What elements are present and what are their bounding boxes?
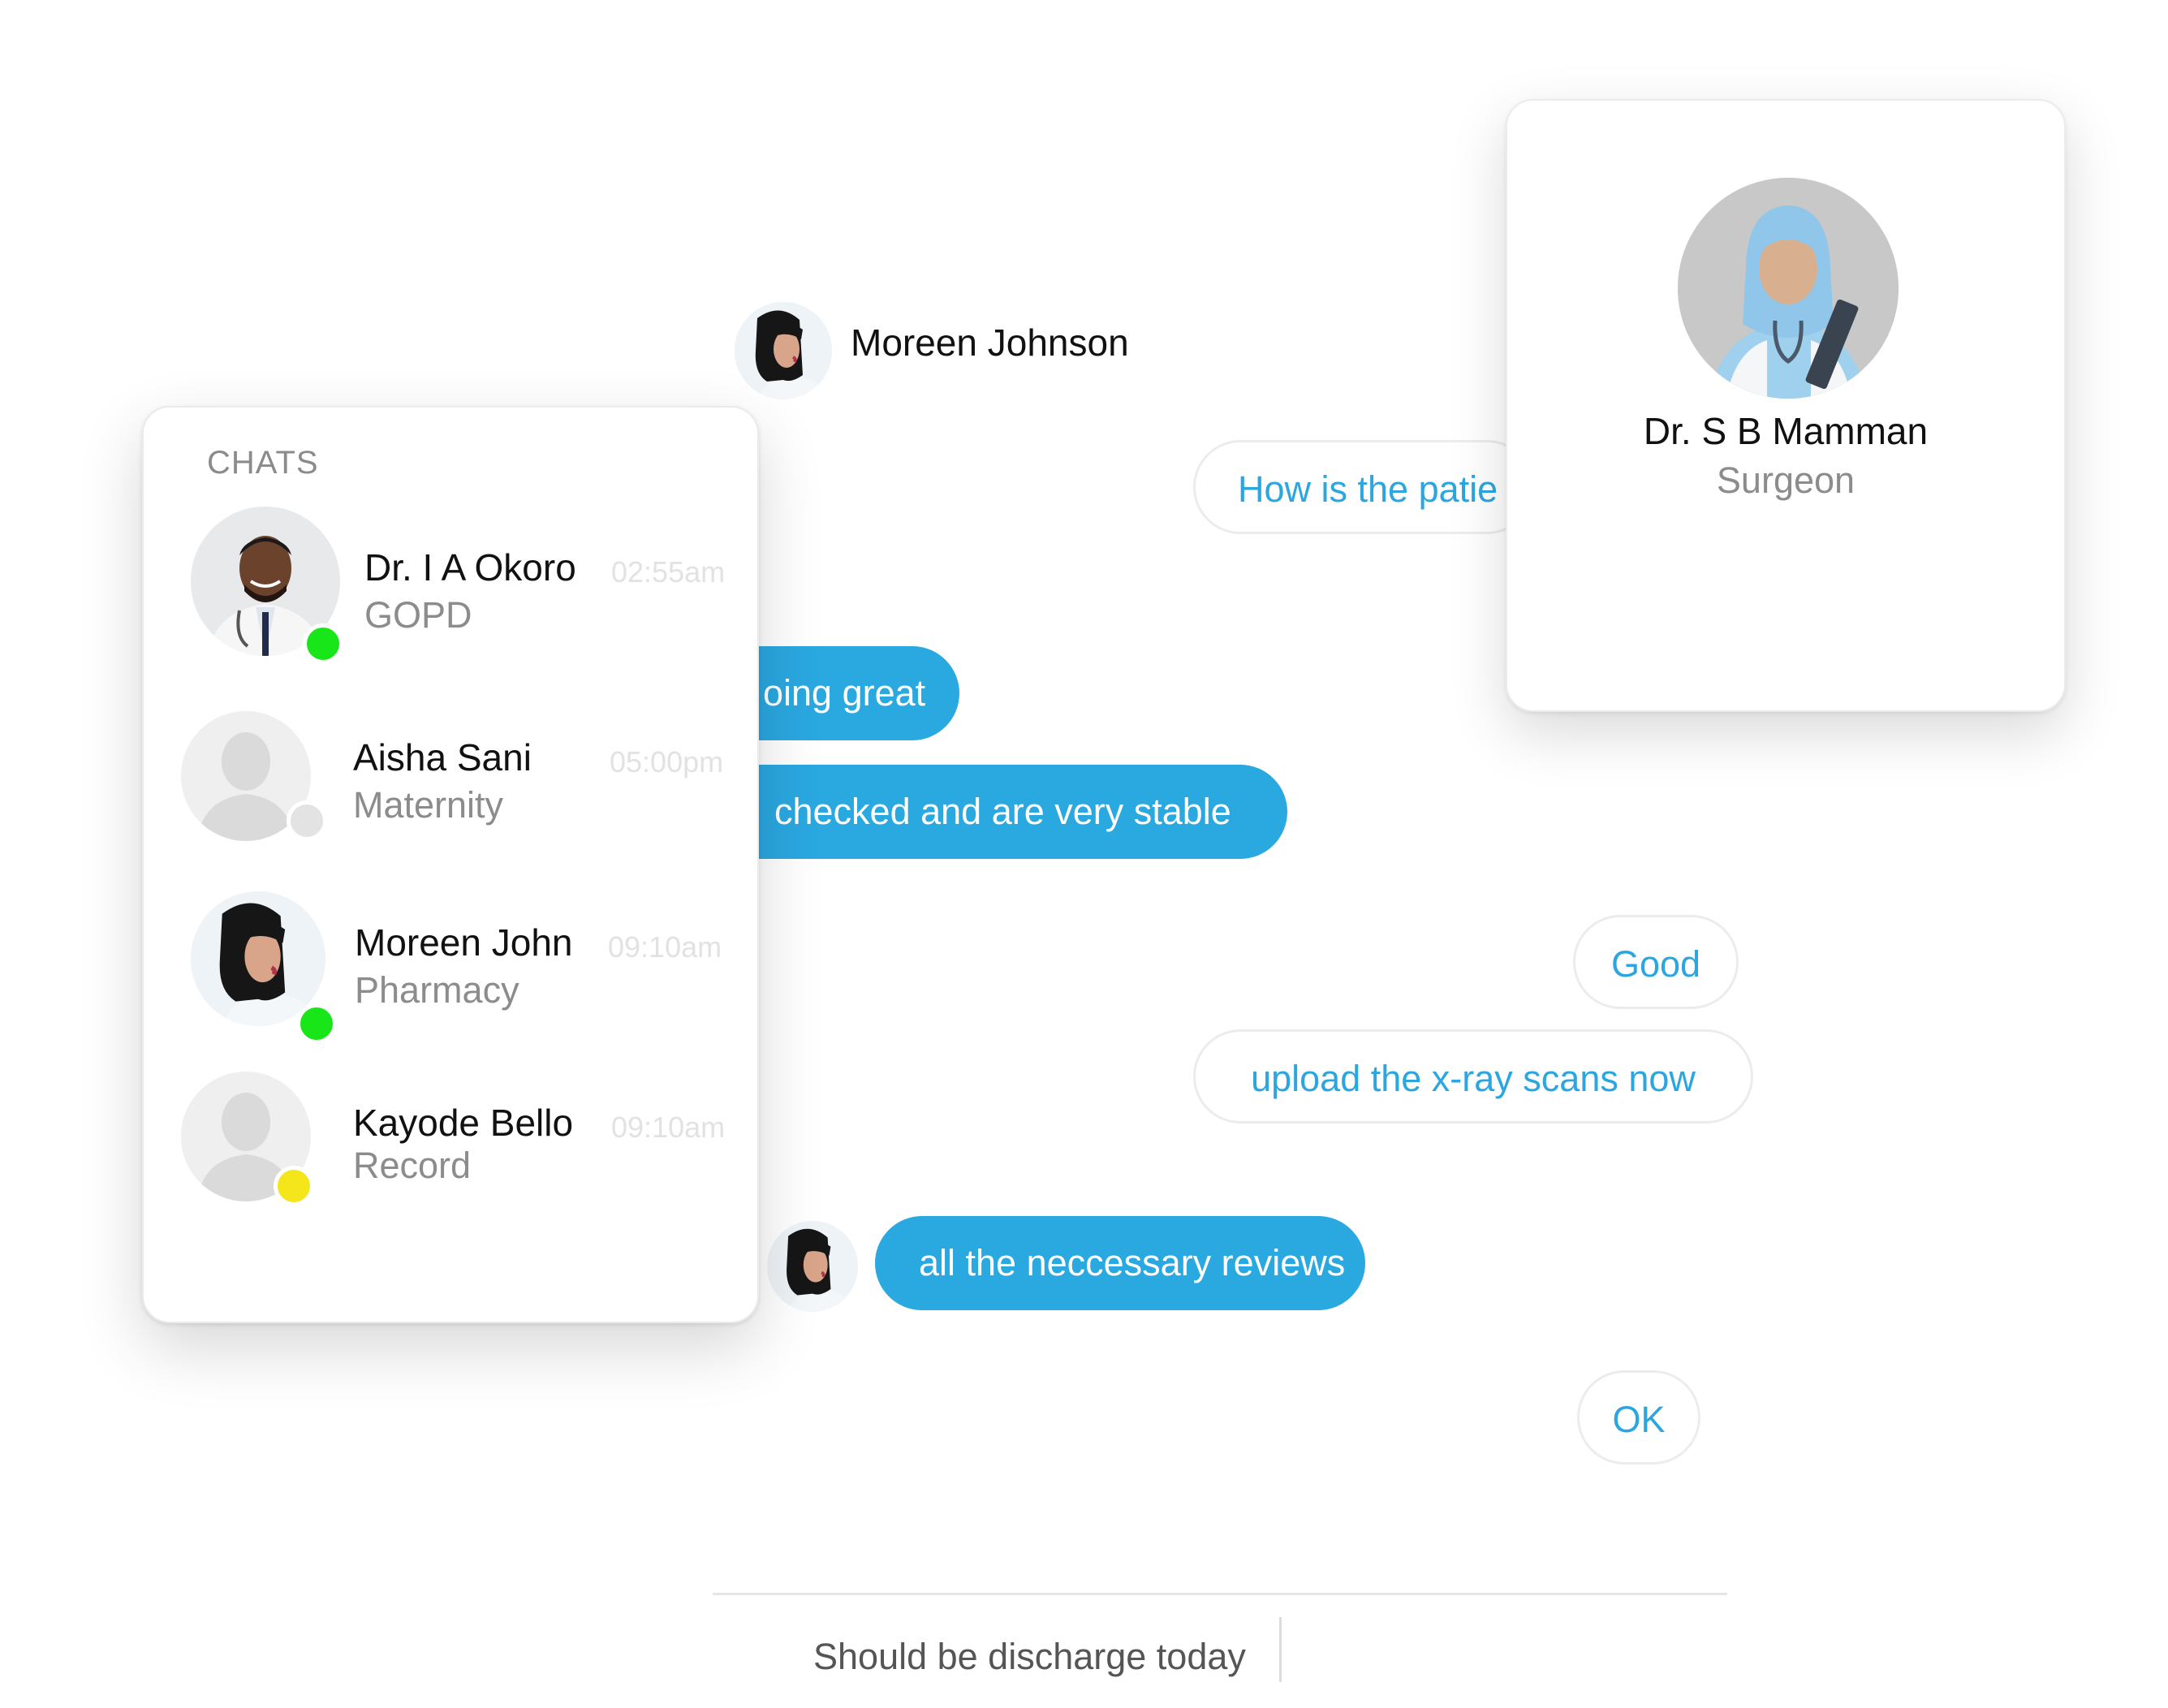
surgeon-portrait-icon [1678, 178, 1899, 399]
chat-time: 05:00pm [610, 745, 724, 779]
woman-portrait-icon [767, 1221, 858, 1312]
profile-name: Dr. S B Mamman [1643, 410, 1929, 452]
chats-panel: CHATS Dr. I A Okoro GOPD 02:55am Aisha S… [142, 406, 759, 1323]
message-incoming[interactable]: all the neccessary reviews [875, 1216, 1365, 1310]
message-input[interactable] [812, 1620, 1269, 1694]
profile-role: Surgeon [1716, 459, 1856, 501]
sender-avatar [767, 1221, 858, 1312]
message-incoming[interactable]: checked and are very stable [755, 765, 1287, 859]
chat-item[interactable]: Kayode Bello Record 09:10am [144, 1072, 761, 1234]
profile-card: Dr. S B Mamman Surgeon [1506, 99, 2066, 712]
message-outgoing[interactable]: upload the x-ray scans now [1193, 1029, 1753, 1124]
status-offline-dot [287, 800, 327, 841]
chat-name: Aisha Sani [353, 736, 532, 779]
status-online-dot [296, 1003, 337, 1044]
contact-name: Moreen Johnson [851, 321, 1129, 364]
composer-divider [713, 1593, 1727, 1595]
chat-time: 09:10am [611, 1111, 726, 1144]
profile-avatar [1678, 178, 1899, 399]
message-outgoing[interactable]: How is the patie [1193, 440, 1534, 534]
status-online-dot [303, 623, 343, 664]
chat-name: Moreen John [355, 921, 573, 964]
chat-name: Dr. I A Okoro [364, 546, 576, 589]
status-away-dot [274, 1166, 314, 1206]
chats-heading: CHATS [207, 445, 319, 481]
chat-item[interactable]: Dr. I A Okoro GOPD 02:55am [144, 505, 761, 667]
chat-item[interactable]: Moreen John Pharmacy 09:10am [144, 891, 761, 1054]
message-outgoing[interactable]: Good [1573, 915, 1739, 1009]
chat-time: 02:55am [611, 555, 726, 589]
chat-name: Kayode Bello [353, 1102, 574, 1144]
chat-time: 09:10am [608, 930, 722, 964]
message-incoming[interactable]: oing great [755, 646, 959, 740]
contact-avatar[interactable] [735, 302, 832, 399]
chat-department: Pharmacy [355, 969, 519, 1011]
chat-department: Maternity [353, 784, 504, 826]
chat-department: Record [353, 1145, 472, 1186]
text-cursor [1279, 1617, 1282, 1682]
chat-item[interactable]: Aisha Sani Maternity 05:00pm [144, 711, 761, 873]
chat-department: GOPD [364, 594, 472, 636]
message-outgoing[interactable]: OK [1577, 1370, 1700, 1464]
woman-portrait-icon [735, 302, 832, 399]
